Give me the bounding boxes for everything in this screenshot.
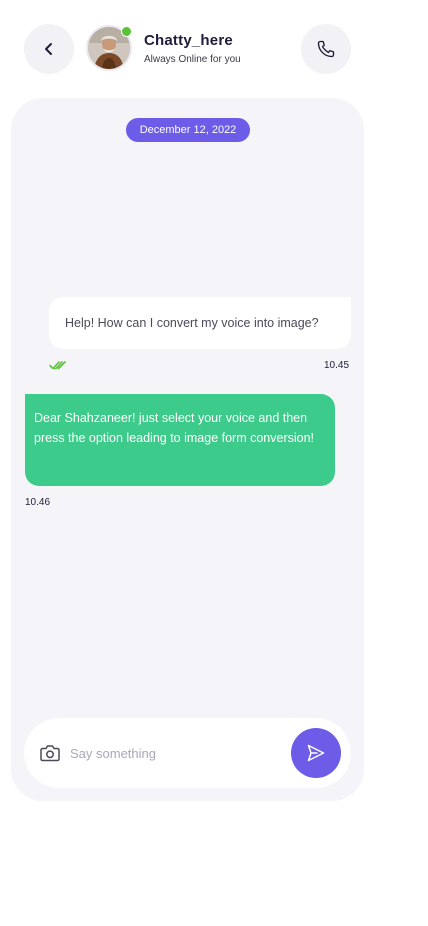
camera-icon[interactable] xyxy=(40,744,60,762)
message-input[interactable] xyxy=(70,741,280,765)
phone-icon xyxy=(317,40,335,58)
chat-header: Chatty_here Always Online for you xyxy=(0,0,428,98)
call-button[interactable] xyxy=(301,24,351,74)
online-status-dot xyxy=(121,26,132,37)
send-button[interactable] xyxy=(291,728,341,778)
incoming-message-time: 10.46 xyxy=(25,497,51,508)
double-check-icon xyxy=(49,361,66,370)
incoming-message-bubble[interactable]: Dear Shahzaneer! just select your voice … xyxy=(25,394,335,486)
send-icon xyxy=(307,744,325,762)
chevron-left-icon xyxy=(45,43,52,55)
contact-avatar[interactable] xyxy=(86,25,132,71)
contact-name: Chatty_here xyxy=(144,32,233,49)
outgoing-message-time: 10.45 xyxy=(324,360,350,371)
date-separator: December 12, 2022 xyxy=(126,118,250,142)
contact-status: Always Online for you xyxy=(144,54,241,65)
outgoing-message-bubble[interactable]: Help! How can I convert my voice into im… xyxy=(49,297,351,349)
back-button[interactable] xyxy=(24,24,74,74)
